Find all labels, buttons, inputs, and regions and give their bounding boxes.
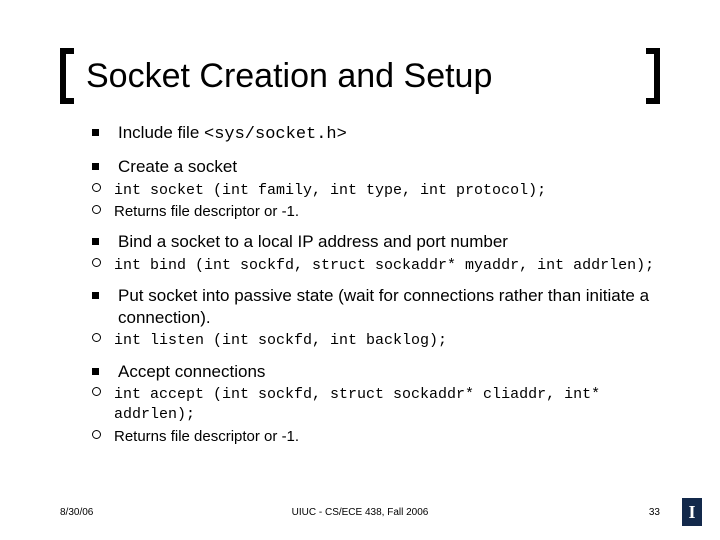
bracket-left-icon <box>60 48 74 104</box>
bullet-level1: Put socket into passive state (wait for … <box>86 285 660 329</box>
bullet-group: Put socket into passive state (wait for … <box>86 285 660 351</box>
circle-bullet-icon <box>92 387 101 396</box>
text-run: int listen (int sockfd, int backlog); <box>114 332 447 349</box>
sub-bullet-text: Returns file descriptor or -1. <box>114 428 299 445</box>
sub-bullet-text: int bind (int sockfd, struct sockaddr* m… <box>114 256 654 273</box>
circle-bullet-icon <box>92 258 101 267</box>
square-bullet-icon <box>92 129 99 136</box>
bullet-level1: Include file <sys/socket.h> <box>86 122 660 146</box>
circle-bullet-icon <box>92 183 101 192</box>
bullet-text: Include file <sys/socket.h> <box>118 123 347 142</box>
slide-title: Socket Creation and Setup <box>74 57 646 96</box>
bullet-level1: Accept connections <box>86 361 660 383</box>
text-run: int bind (int sockfd, struct sockaddr* m… <box>114 257 654 274</box>
bullet-level2: Returns file descriptor or -1. <box>86 427 660 446</box>
footer-center: UIUC - CS/ECE 438, Fall 2006 <box>0 507 720 518</box>
bullet-level1: Bind a socket to a local IP address and … <box>86 231 660 253</box>
title-bar: Socket Creation and Setup <box>60 48 660 104</box>
sub-bullet-text: Returns file descriptor or -1. <box>114 203 299 220</box>
sub-bullet-text: int socket (int family, int type, int pr… <box>114 181 546 198</box>
bullet-level1: Create a socket <box>86 156 660 178</box>
text-run: Put socket into passive state (wait for … <box>118 286 649 327</box>
square-bullet-icon <box>92 368 99 375</box>
bullet-group: Include file <sys/socket.h> <box>86 122 660 146</box>
bullet-level2: Returns file descriptor or -1. <box>86 202 660 221</box>
bullet-level2: int socket (int family, int type, int pr… <box>86 180 660 200</box>
sub-bullet-text: int accept (int sockfd, struct sockaddr*… <box>114 385 600 422</box>
bracket-right-icon <box>646 48 660 104</box>
bullet-level2: int accept (int sockfd, struct sockaddr*… <box>86 384 660 424</box>
circle-bullet-icon <box>92 333 101 342</box>
bullet-text: Create a socket <box>118 157 237 176</box>
sub-bullet-text: int listen (int sockfd, int backlog); <box>114 331 447 348</box>
circle-bullet-icon <box>92 430 101 439</box>
bullet-text: Bind a socket to a local IP address and … <box>118 232 508 251</box>
slide: Socket Creation and Setup Include file <… <box>0 0 720 540</box>
bullet-level2: int listen (int sockfd, int backlog); <box>86 330 660 350</box>
text-run: Returns file descriptor or -1. <box>114 428 299 445</box>
text-run: int accept (int sockfd, struct sockaddr*… <box>114 386 600 423</box>
circle-bullet-icon <box>92 205 101 214</box>
bullet-text: Put socket into passive state (wait for … <box>118 286 649 327</box>
bullet-group: Create a socket int socket (int family, i… <box>86 156 660 221</box>
text-run: Accept connections <box>118 362 265 381</box>
slide-content: Include file <sys/socket.h> Create a sock… <box>86 120 660 456</box>
bullet-level2: int bind (int sockfd, struct sockaddr* m… <box>86 255 660 275</box>
bullet-group: Bind a socket to a local IP address and … <box>86 231 660 275</box>
bullet-group: Accept connections int accept (int sockfd… <box>86 361 660 446</box>
bullet-text: Accept connections <box>118 362 265 381</box>
text-run: int socket (int family, int type, int pr… <box>114 182 546 199</box>
text-run: Bind a socket to a local IP address and … <box>118 232 508 251</box>
text-run: Returns file descriptor or -1. <box>114 203 299 220</box>
square-bullet-icon <box>92 163 99 170</box>
text-run: Create a socket <box>118 157 237 176</box>
text-run: Include file <box>118 123 204 142</box>
square-bullet-icon <box>92 238 99 245</box>
text-run: <sys/socket.h> <box>204 125 347 144</box>
square-bullet-icon <box>92 292 99 299</box>
illinois-logo-icon <box>682 498 702 526</box>
footer-page-number: 33 <box>649 507 660 518</box>
